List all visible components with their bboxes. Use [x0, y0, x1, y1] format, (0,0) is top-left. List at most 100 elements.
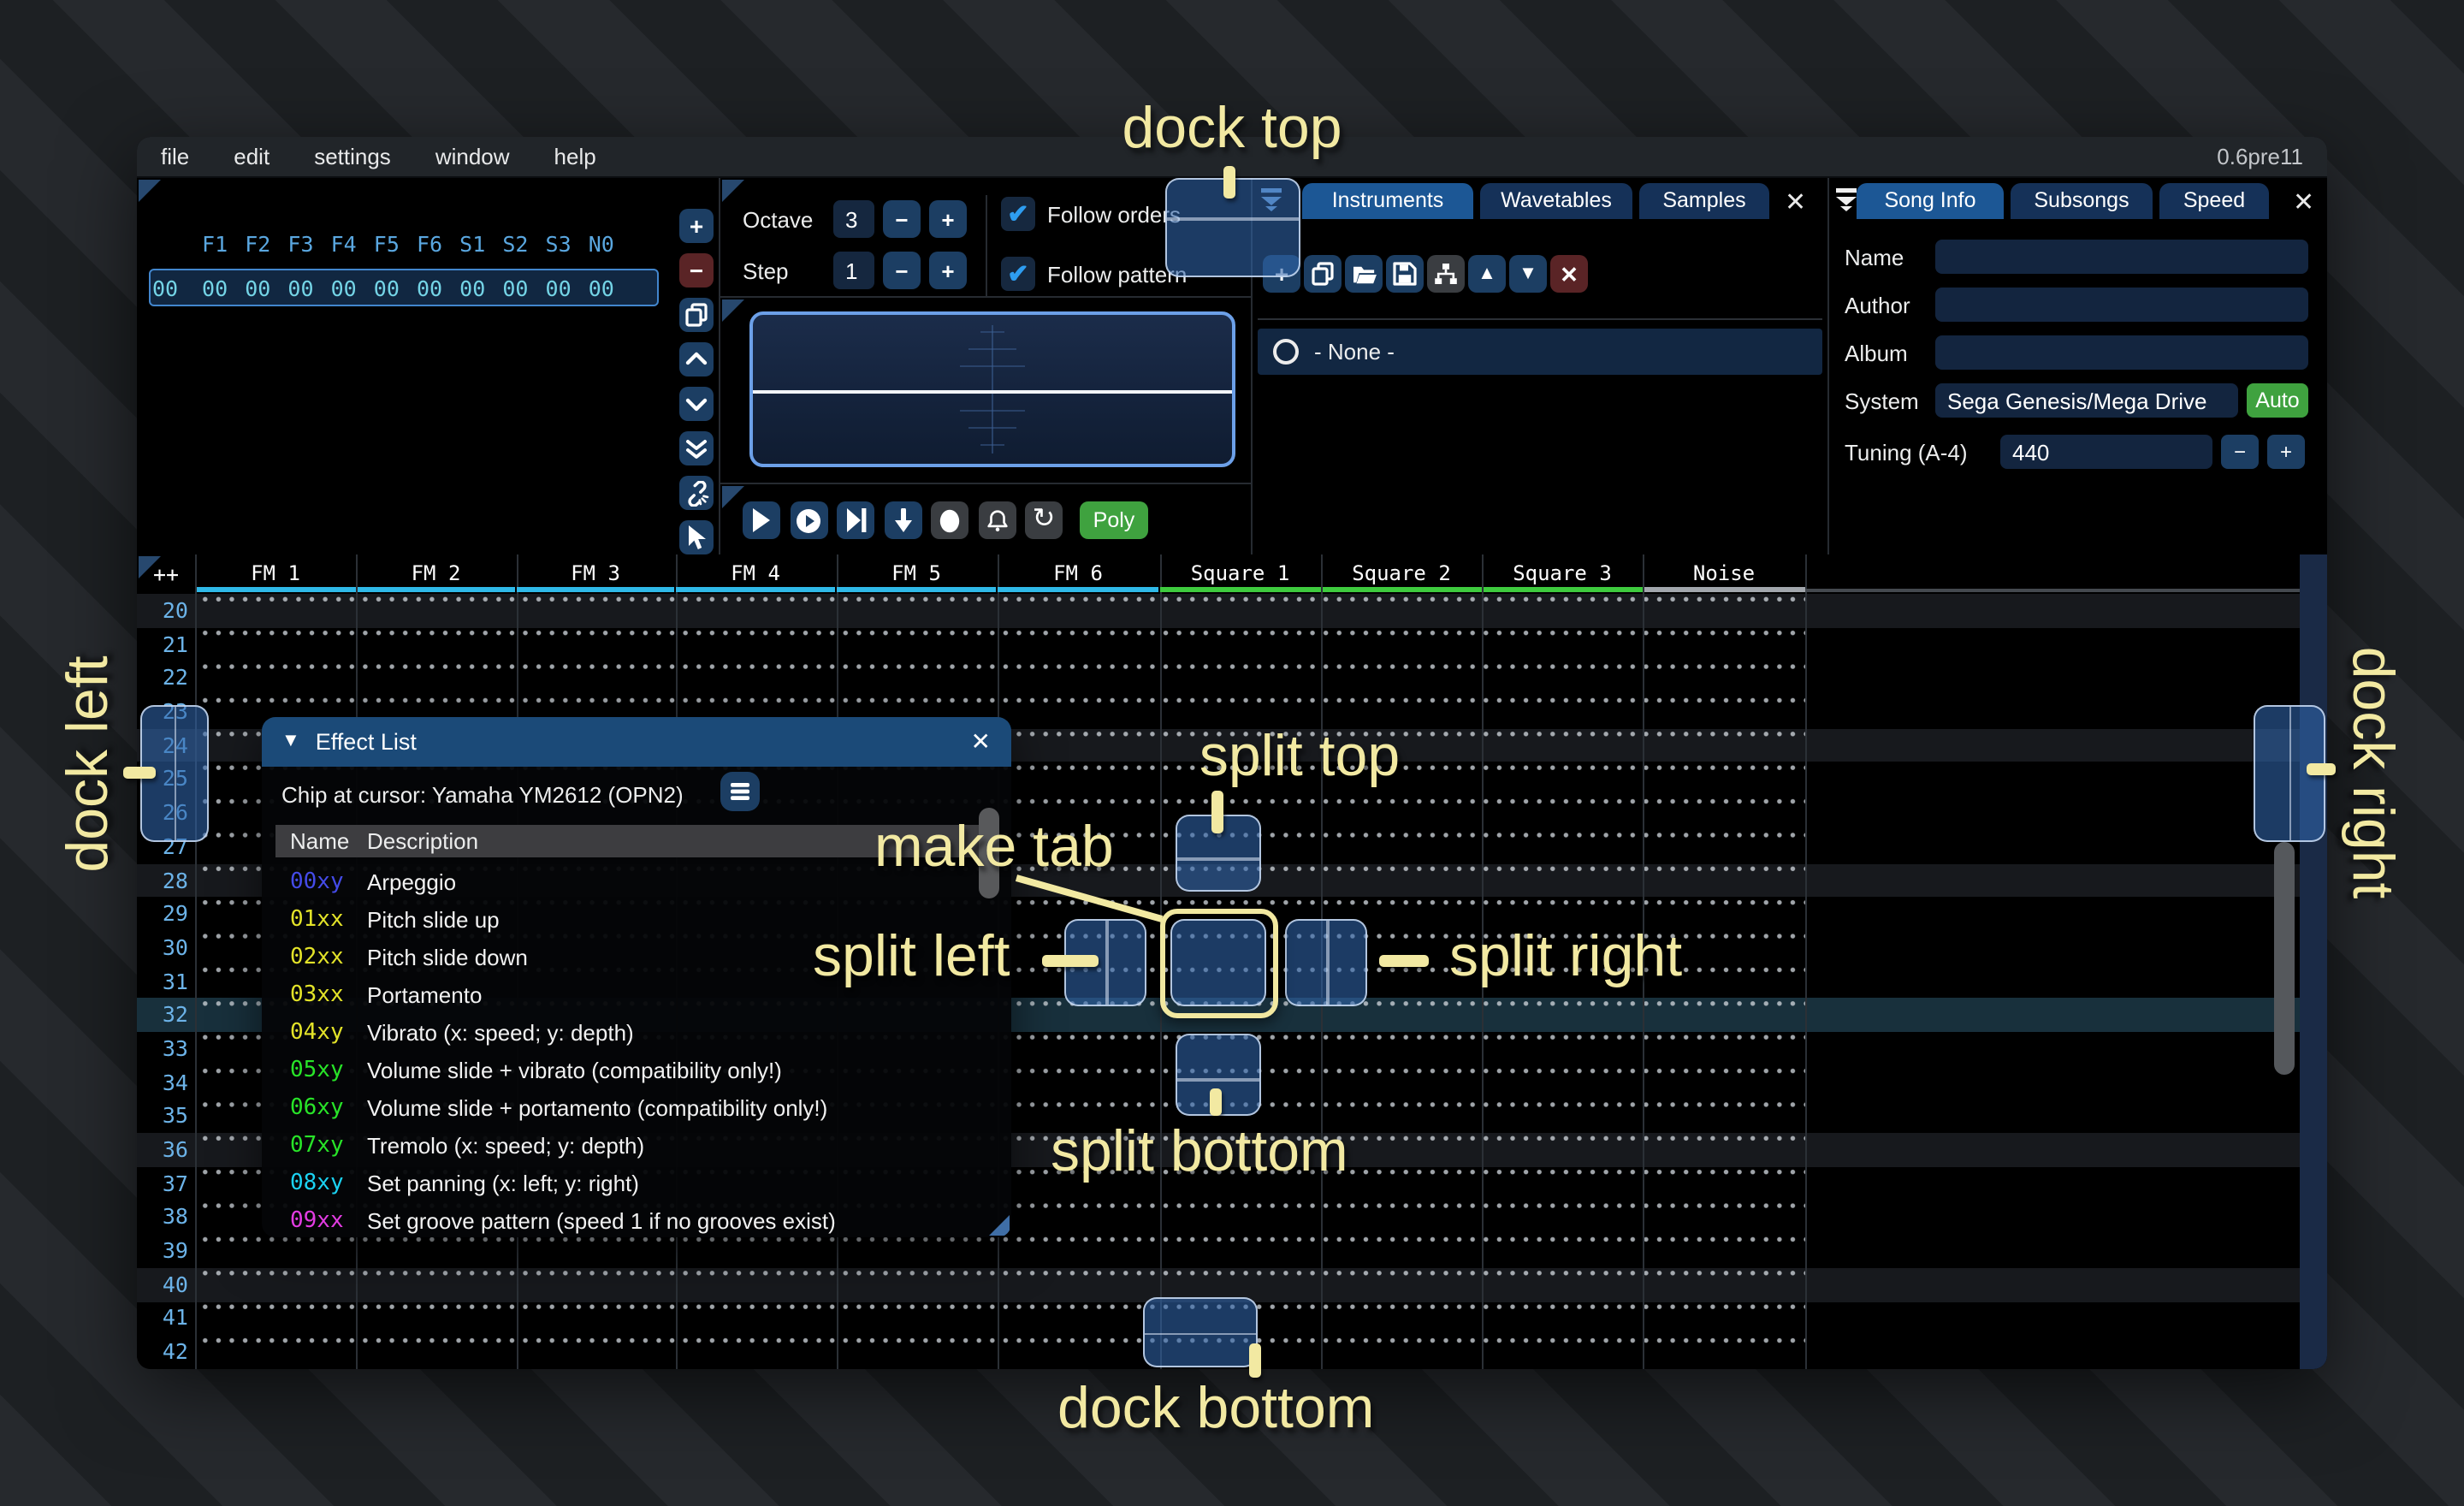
order-cell[interactable]: 00: [236, 276, 279, 301]
order-cell[interactable]: 00: [494, 276, 536, 301]
save-instrument-button[interactable]: [1386, 255, 1424, 293]
name-input[interactable]: [1935, 240, 2308, 274]
close-icon[interactable]: ✕: [1785, 187, 1806, 217]
dock-target-bottom-edge[interactable]: [1142, 1296, 1258, 1367]
orders-col[interactable]: F6: [408, 231, 451, 257]
channel-header[interactable]: Square 3: [1482, 561, 1643, 585]
tab-instruments[interactable]: Instruments: [1302, 182, 1473, 218]
album-input[interactable]: [1935, 335, 2308, 370]
effect-row[interactable]: 06xyVolume slide + portamento (compatibi…: [261, 1094, 1011, 1132]
play-button[interactable]: [743, 501, 780, 539]
auto-system-button[interactable]: Auto: [2247, 383, 2308, 418]
orders-col[interactable]: F5: [365, 231, 408, 257]
channel-header[interactable]: FM 6: [997, 561, 1159, 585]
menu-help[interactable]: help: [554, 144, 596, 169]
order-cell[interactable]: 00: [193, 276, 236, 301]
tab-wavetables[interactable]: Wavetables: [1480, 182, 1632, 218]
order-up-button[interactable]: [679, 342, 714, 376]
tab-song-info[interactable]: Song Info: [1857, 182, 2004, 218]
menu-settings[interactable]: settings: [314, 144, 391, 169]
follow-pattern-checkbox[interactable]: ✔: [1001, 257, 1035, 291]
instrument-up-button[interactable]: ▲: [1468, 255, 1506, 293]
close-icon[interactable]: ✕: [971, 726, 991, 756]
duplicate-instrument-button[interactable]: [1304, 255, 1342, 293]
remove-order-button[interactable]: −: [679, 253, 714, 288]
order-cell[interactable]: 00: [580, 276, 623, 301]
channel-header[interactable]: Noise: [1643, 561, 1805, 585]
octave-minus-button[interactable]: −: [883, 200, 921, 238]
tuning-minus-button[interactable]: 3−: [2221, 435, 2259, 469]
orders-col[interactable]: F2: [236, 231, 279, 257]
orders-col[interactable]: S3: [537, 231, 580, 257]
tuning-input[interactable]: 440: [2000, 435, 2212, 469]
channel-header[interactable]: FM 4: [675, 561, 836, 585]
system-combo[interactable]: Sega Genesis/Mega Drive: [1935, 383, 2238, 418]
col-description[interactable]: Description: [367, 827, 478, 853]
play-from-cursor-button[interactable]: [837, 501, 874, 539]
author-input[interactable]: [1935, 288, 2308, 322]
octave-value[interactable]: 3: [833, 200, 874, 238]
follow-orders-checkbox[interactable]: ✔: [1001, 197, 1035, 231]
order-move-down-button[interactable]: [679, 431, 714, 465]
tuning-plus-button[interactable]: +: [2267, 435, 2305, 469]
order-cell[interactable]: 00: [279, 276, 322, 301]
menu-window[interactable]: window: [435, 144, 510, 169]
octave-plus-button[interactable]: +: [929, 200, 967, 238]
orders-col[interactable]: S1: [451, 231, 494, 257]
order-down-button[interactable]: [679, 387, 714, 421]
effect-list-menu-button[interactable]: [720, 771, 759, 810]
channel-header[interactable]: FM 5: [836, 561, 997, 585]
order-cell[interactable]: 00: [323, 276, 365, 301]
effect-row[interactable]: 04xyVibrato (x: speed; y: depth): [261, 1019, 1011, 1057]
order-cell[interactable]: 00: [365, 276, 408, 301]
tab-speed[interactable]: Speed: [2159, 182, 2269, 218]
orders-col[interactable]: S2: [494, 231, 536, 257]
effect-row[interactable]: 08xySet panning (x: left; y: right): [261, 1170, 1011, 1207]
duplicate-order-button[interactable]: [679, 298, 714, 332]
instrument-list-item-none[interactable]: - None -: [1258, 329, 1822, 375]
collapse-triangle-icon[interactable]: ▼: [281, 731, 300, 751]
orders-col[interactable]: F1: [193, 231, 236, 257]
record-button[interactable]: [931, 501, 968, 539]
split-target-right[interactable]: [1285, 919, 1367, 1006]
channel-header[interactable]: Square 1: [1159, 561, 1321, 585]
orders-col[interactable]: F3: [279, 231, 322, 257]
metronome-button[interactable]: [978, 501, 1016, 539]
order-cell[interactable]: 00: [451, 276, 494, 301]
effect-row[interactable]: 09xxSet groove pattern (speed 1 if no gr…: [261, 1207, 1011, 1236]
play-pattern-button[interactable]: [790, 501, 827, 539]
step-value[interactable]: 1: [833, 252, 874, 289]
deep-clone-button[interactable]: [679, 476, 714, 510]
open-instrument-button[interactable]: [1345, 255, 1383, 293]
close-icon[interactable]: ✕: [2293, 187, 2314, 217]
pattern-scrollbar-thumb[interactable]: [2274, 842, 2295, 1075]
resize-grip-icon[interactable]: [989, 1214, 1010, 1235]
tab-samples[interactable]: Samples: [1639, 182, 1769, 218]
effect-list-titlebar[interactable]: ▼ Effect List ✕: [261, 716, 1011, 766]
channel-header[interactable]: FM 2: [356, 561, 516, 585]
repeat-pattern-button[interactable]: ↻: [1025, 501, 1063, 539]
menu-file[interactable]: file: [161, 144, 189, 169]
channel-header[interactable]: FM 3: [516, 561, 675, 585]
orders-col[interactable]: F4: [323, 231, 365, 257]
menu-edit[interactable]: edit: [234, 144, 270, 169]
tab-subsongs[interactable]: Subsongs: [2011, 182, 2153, 218]
step-plus-button[interactable]: +: [929, 252, 967, 289]
order-cell[interactable]: 00: [537, 276, 580, 301]
effect-row[interactable]: 05xyVolume slide + vibrato (compatibilit…: [261, 1057, 1011, 1094]
add-order-button[interactable]: +: [679, 209, 714, 243]
step-row-button[interactable]: [884, 501, 921, 539]
channel-header[interactable]: Square 2: [1321, 561, 1482, 585]
instrument-down-button[interactable]: ▼: [1509, 255, 1547, 293]
expand-channels-button[interactable]: ++: [137, 561, 195, 587]
channel-header[interactable]: FM 1: [195, 561, 356, 585]
orders-col[interactable]: N0: [580, 231, 623, 257]
follow-orders-label[interactable]: Follow orders: [1047, 202, 1181, 228]
delete-instrument-button[interactable]: ✕: [1550, 255, 1588, 293]
collapse-icon[interactable]: [1834, 187, 1858, 212]
order-edit-mode-button[interactable]: [679, 520, 714, 554]
step-minus-button[interactable]: −: [883, 252, 921, 289]
col-name[interactable]: Name: [290, 827, 349, 853]
order-cell[interactable]: 00: [408, 276, 451, 301]
effect-row[interactable]: 07xyTremolo (x: speed; y: depth): [261, 1132, 1011, 1170]
